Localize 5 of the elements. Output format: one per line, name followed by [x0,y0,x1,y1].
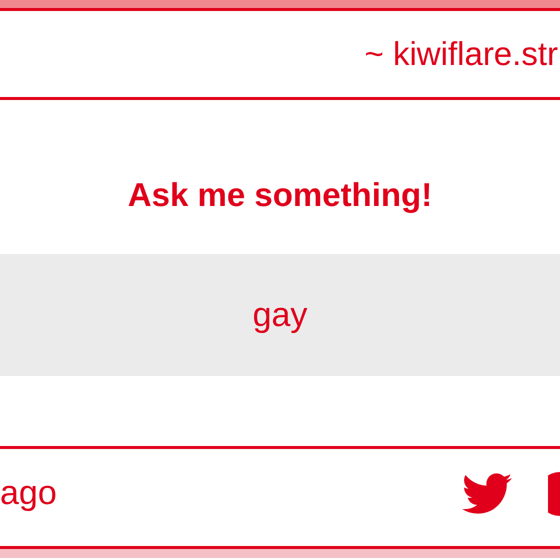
question-text: gay [252,296,308,334]
card-title: Ask me something! [128,176,432,214]
bird-icon[interactable] [462,472,512,514]
header-text: ~ kiwiflare.str [364,35,558,73]
timestamp: ago [0,474,57,513]
